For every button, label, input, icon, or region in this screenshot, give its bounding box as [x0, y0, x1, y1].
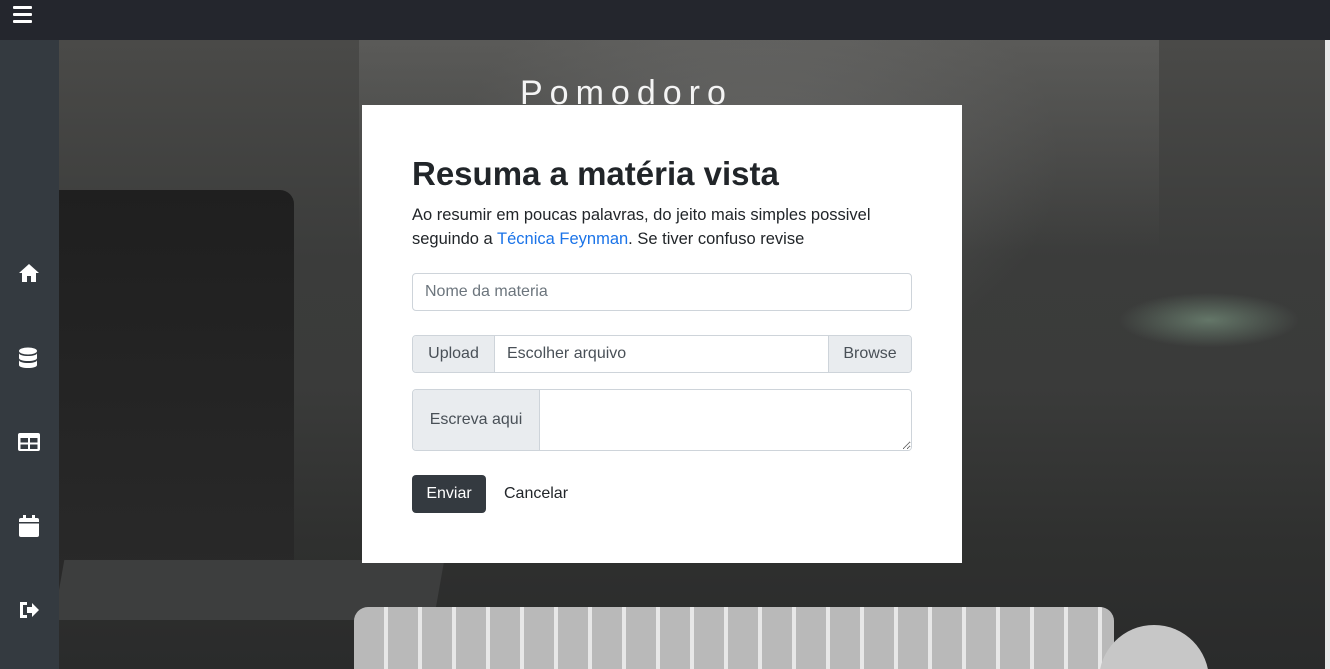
scrollbar[interactable]: [1325, 40, 1330, 669]
laptop-shape: [59, 190, 294, 610]
write-here-label: Escreva aqui: [413, 390, 540, 450]
calendar-icon[interactable]: [17, 514, 41, 538]
table-icon[interactable]: [17, 430, 41, 454]
subject-name-input[interactable]: [412, 273, 912, 311]
summary-text-group: Escreva aqui: [412, 389, 912, 451]
mouse-shape: [1099, 625, 1209, 669]
choose-file-input[interactable]: Escolher arquivo: [495, 336, 828, 372]
feynman-technique-link[interactable]: Técnica Feynman: [497, 230, 628, 248]
home-icon[interactable]: [17, 261, 41, 285]
file-upload-group: Upload Escolher arquivo Browse: [412, 335, 912, 373]
modal-title: Resuma a matéria vista: [412, 155, 779, 192]
send-button[interactable]: Enviar: [412, 475, 486, 513]
sidebar: [0, 40, 59, 669]
keyboard-shape: [354, 607, 1114, 669]
cancel-button[interactable]: Cancelar: [496, 475, 576, 513]
upload-label: Upload: [413, 336, 495, 372]
summary-textarea[interactable]: [540, 390, 911, 450]
description-text-after: . Se tiver confuso revise: [628, 230, 805, 248]
database-icon[interactable]: [16, 346, 40, 370]
summary-modal: Resuma a matéria vista Ao resumir em pou…: [362, 105, 962, 563]
browse-button[interactable]: Browse: [828, 336, 911, 372]
top-navbar: [0, 0, 1330, 40]
sign-out-icon[interactable]: [17, 598, 41, 622]
hamburger-icon[interactable]: [13, 6, 33, 26]
modal-description: Ao resumir em poucas palavras, do jeito …: [412, 203, 922, 251]
